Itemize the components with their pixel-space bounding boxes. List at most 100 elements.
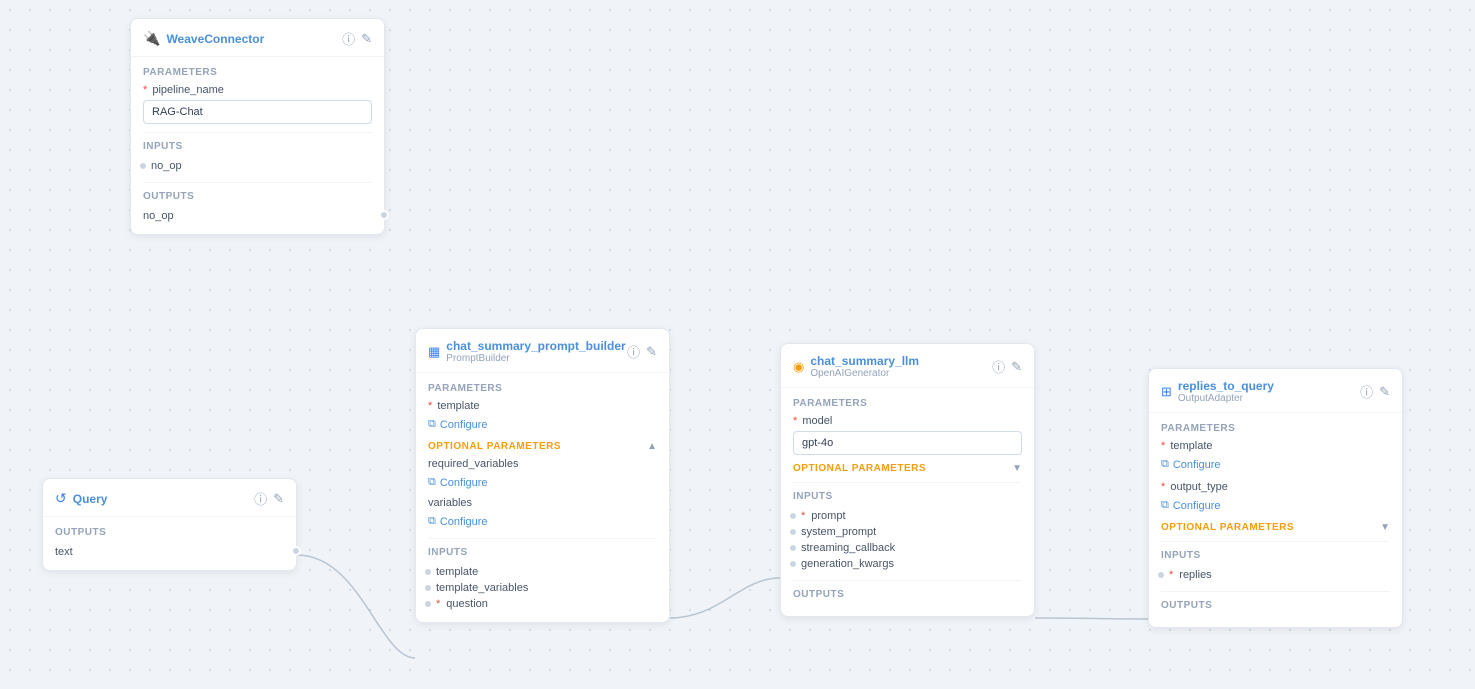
weave-connector-title: WeaveConnector [166, 32, 264, 46]
divider1 [143, 132, 372, 133]
weave-input-no-op: no_op [143, 158, 372, 174]
llm-info-icon[interactable]: ⓘ [992, 357, 1005, 376]
template-param-label: * template [428, 400, 657, 412]
adapter-chevron-down-icon: ▼ [1380, 522, 1390, 533]
query-title: Query [73, 492, 108, 506]
template-configure-btn[interactable]: ⧉ Configure [428, 416, 657, 433]
adapter-optional-header[interactable]: OPTIONAL PARAMETERS ▼ [1161, 522, 1390, 533]
weave-inputs-label: Inputs [143, 141, 372, 152]
output-adapter-header-left: ⊞ replies_to_query OutputAdapter [1161, 379, 1274, 404]
llm-streaming-port [788, 543, 798, 553]
output-adapter-subtitle: OutputAdapter [1178, 393, 1274, 404]
prompt-edit-icon[interactable]: ✎ [646, 344, 657, 360]
llm-subtitle: OpenAIGenerator [810, 368, 919, 379]
adapter-replies-port [1156, 570, 1166, 580]
prompt-builder-header: ▦ chat_summary_prompt_builder PromptBuil… [416, 329, 669, 373]
variables-configure[interactable]: ⧉ Configure [428, 513, 657, 530]
output-type-label: * output_type [1161, 481, 1390, 493]
weave-output-no-op: no_op [143, 208, 372, 224]
weave-connector-node: 🔌 WeaveConnector ⓘ ✎ PARAMETERS * pipeli… [130, 18, 385, 235]
llm-edit-icon[interactable]: ✎ [1011, 359, 1022, 375]
weave-connector-header-left: 🔌 WeaveConnector [143, 30, 264, 47]
weave-connector-body: PARAMETERS * pipeline_name Inputs no_op … [131, 57, 384, 234]
llm-node: ◉ chat_summary_llm OpenAIGenerator ⓘ ✎ P… [780, 343, 1035, 617]
llm-input-gen-kwargs: generation_kwargs [793, 556, 1022, 572]
prompt-divider [428, 538, 657, 539]
plug-icon: 🔌 [143, 30, 160, 47]
output-adapter-body: PARAMETERS * template ⧉ Configure * outp… [1149, 413, 1402, 627]
llm-inputs-label: Inputs [793, 491, 1022, 502]
output-adapter-title: replies_to_query [1178, 379, 1274, 393]
query-edit-icon[interactable]: ✎ [273, 491, 284, 507]
optional-param-variables: variables ⧉ Configure [428, 497, 657, 530]
weave-connector-header: 🔌 WeaveConnector ⓘ ✎ [131, 19, 384, 57]
llm-header-icons: ⓘ ✎ [992, 357, 1022, 376]
query-header: ↺ Query ⓘ ✎ [43, 479, 296, 517]
query-info-icon[interactable]: ⓘ [254, 489, 267, 508]
divider2 [143, 182, 372, 183]
prompt-builder-title: chat_summary_prompt_builder [446, 339, 625, 353]
llm-title: chat_summary_llm [810, 354, 919, 368]
query-body: Outputs text [43, 517, 296, 570]
prompt-builder-body: PARAMETERS * template ⧉ Configure OPTION… [416, 373, 669, 622]
adapter-configure-icon: ⧉ [1161, 458, 1169, 471]
adapter-icon: ⊞ [1161, 384, 1172, 400]
adapter-edit-icon[interactable]: ✎ [1379, 384, 1390, 400]
llm-input-system-prompt: system_prompt [793, 524, 1022, 540]
llm-prompt-port [788, 511, 798, 521]
llm-gen-kwargs-port [788, 559, 798, 569]
query-icon: ↺ [55, 490, 67, 507]
adapter-template-label: * template [1161, 440, 1390, 452]
query-outputs-label: Outputs [55, 527, 284, 538]
prompt-icon: ▦ [428, 344, 440, 360]
adapter-outputs-label: Outputs [1161, 600, 1390, 611]
weave-input-port [138, 161, 148, 171]
weave-output-port [379, 210, 389, 220]
prompt-input-template: template [428, 564, 657, 580]
optional-params-header[interactable]: OPTIONAL PARAMETERS ▲ [428, 441, 657, 452]
model-input[interactable] [793, 431, 1022, 455]
edit-icon[interactable]: ✎ [361, 31, 372, 47]
adapter-optional-label: OPTIONAL PARAMETERS [1161, 522, 1294, 533]
llm-icon: ◉ [793, 359, 804, 375]
optional-label: OPTIONAL PARAMETERS [428, 441, 561, 452]
prompt-inputs-label: Inputs [428, 547, 657, 558]
configure-icon2: ⧉ [428, 476, 436, 489]
llm-divider [793, 482, 1022, 483]
required-dot: * [143, 84, 147, 96]
adapter-template-required-dot: * [1161, 440, 1165, 452]
query-node: ↺ Query ⓘ ✎ Outputs text [42, 478, 297, 571]
adapter-divider2 [1161, 591, 1390, 592]
adapter-divider [1161, 541, 1390, 542]
weave-outputs-label: Outputs [143, 191, 372, 202]
required-variables-label: required_variables [428, 458, 657, 470]
query-output-port [291, 546, 301, 556]
prompt-builder-header-left: ▦ chat_summary_prompt_builder PromptBuil… [428, 339, 626, 364]
info-icon[interactable]: ⓘ [342, 29, 355, 48]
adapter-params-label: PARAMETERS [1161, 423, 1390, 434]
output-type-configure[interactable]: ⧉ Configure [1161, 497, 1390, 514]
configure-icon3: ⧉ [428, 515, 436, 528]
output-adapter-node: ⊞ replies_to_query OutputAdapter ⓘ ✎ PAR… [1148, 368, 1403, 628]
llm-optional-label: OPTIONAL PARAMETERS [793, 463, 926, 474]
adapter-info-icon[interactable]: ⓘ [1360, 382, 1373, 401]
optional-param-required-variables: required_variables ⧉ Configure [428, 458, 657, 491]
llm-divider2 [793, 580, 1022, 581]
adapter-template-configure[interactable]: ⧉ Configure [1161, 456, 1390, 473]
prompt-template-vars-port [423, 583, 433, 593]
llm-header-left: ◉ chat_summary_llm OpenAIGenerator [793, 354, 919, 379]
prompt-builder-header-icons: ⓘ ✎ [627, 342, 657, 361]
output-type-configure-icon: ⧉ [1161, 499, 1169, 512]
llm-body: PARAMETERS * model OPTIONAL PARAMETERS ▼… [781, 388, 1034, 616]
llm-system-prompt-port [788, 527, 798, 537]
output-adapter-header-icons: ⓘ ✎ [1360, 382, 1390, 401]
llm-optional-header[interactable]: OPTIONAL PARAMETERS ▼ [793, 463, 1022, 474]
prompt-info-icon[interactable]: ⓘ [627, 342, 640, 361]
pipeline-name-input[interactable] [143, 100, 372, 124]
required-variables-configure[interactable]: ⧉ Configure [428, 474, 657, 491]
prompt-input-question: * question [428, 596, 657, 612]
output-adapter-header: ⊞ replies_to_query OutputAdapter ⓘ ✎ [1149, 369, 1402, 413]
weave-connector-header-icons: ⓘ ✎ [342, 29, 372, 48]
model-param-label: * model [793, 415, 1022, 427]
configure-icon: ⧉ [428, 418, 436, 431]
